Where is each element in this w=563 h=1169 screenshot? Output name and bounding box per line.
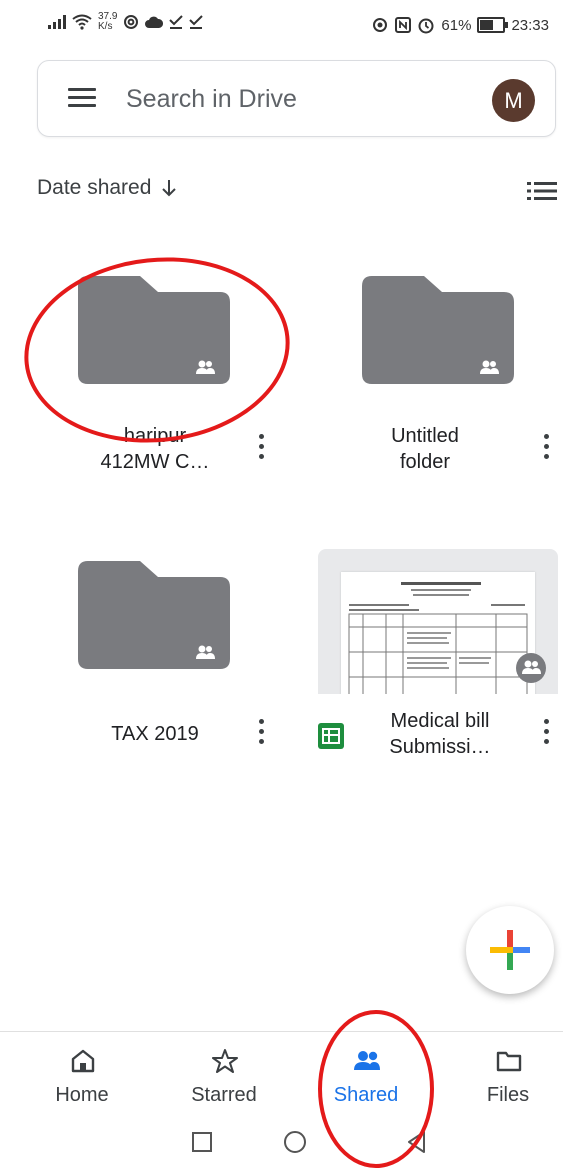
document-preview [341, 572, 535, 694]
item-name-line1: Medical bill [390, 710, 490, 732]
nav-files[interactable]: Files [438, 1032, 563, 1117]
nav-label: Shared [333, 1084, 399, 1106]
item-name-line1: haripur [123, 425, 187, 447]
recent-apps-icon[interactable] [192, 1132, 212, 1152]
plus-icon [490, 930, 530, 970]
nav-home[interactable]: Home [12, 1032, 152, 1117]
item-name: Medical bill Submissi… [360, 708, 520, 760]
item-name-line2: 412MW C… [100, 451, 210, 473]
clock: 23:33 [511, 16, 549, 34]
document-preview-lines [348, 582, 528, 694]
sort-control[interactable]: Date shared [37, 176, 177, 200]
search-bar[interactable]: Search in Drive M [37, 60, 556, 137]
at-sign-icon [124, 15, 139, 29]
download-done-icon [169, 15, 184, 29]
folder-item-haripur[interactable]: haripur 412MW C… [0, 270, 280, 490]
eye-comfort-icon [373, 18, 388, 32]
sheets-icon [318, 723, 344, 749]
item-name: haripur 412MW C… [60, 423, 250, 475]
search-input[interactable]: Search in Drive [126, 85, 297, 114]
home-circle-icon[interactable] [283, 1130, 307, 1154]
avatar[interactable]: M [492, 79, 535, 122]
bottom-navigation: Home Starred Shared Files [0, 1031, 563, 1117]
nav-starred[interactable]: Starred [154, 1032, 294, 1117]
signal-icon [48, 15, 66, 29]
status-bar: 37.9 K/s 61% 23:33 [0, 0, 563, 50]
wifi-icon [72, 14, 92, 30]
shared-badge-icon [516, 653, 546, 683]
more-options-icon[interactable] [541, 434, 551, 464]
shared-folder-icon [78, 276, 230, 384]
item-name-line2: folder [399, 451, 451, 473]
download-done-icon [189, 15, 204, 29]
arrow-down-icon [162, 180, 177, 197]
folder-item-tax-2019[interactable]: TAX 2019 [0, 555, 280, 765]
battery-fill [480, 20, 494, 30]
cloud-icon [145, 16, 164, 28]
list-view-icon[interactable] [527, 181, 557, 201]
more-options-icon[interactable] [541, 719, 551, 749]
menu-icon[interactable] [68, 88, 96, 108]
more-options-icon[interactable] [256, 434, 266, 464]
nfc-icon [395, 17, 412, 33]
item-name-line1: TAX 2019 [111, 723, 199, 745]
network-speed-unit: K/s [98, 21, 113, 32]
battery-percent: 61% [441, 16, 472, 34]
system-navigation-bar [0, 1116, 563, 1169]
status-right: 61% 23:33 [371, 16, 549, 34]
status-left: 37.9 K/s [48, 12, 204, 32]
alarm-icon [418, 18, 434, 34]
nav-shared[interactable]: Shared [296, 1032, 436, 1117]
folder-item-untitled[interactable]: Untitled folder [285, 270, 563, 490]
item-name: TAX 2019 [60, 721, 250, 747]
nav-label: Home [55, 1084, 109, 1106]
new-button[interactable] [466, 906, 554, 994]
nav-label: Files [486, 1084, 530, 1106]
people-icon [354, 1051, 380, 1070]
more-options-icon[interactable] [256, 719, 266, 749]
back-icon[interactable] [406, 1130, 426, 1154]
battery-icon [477, 17, 509, 33]
item-name-line2: Submissi… [389, 736, 491, 758]
sort-label: Date shared [37, 176, 152, 199]
home-icon [71, 1049, 95, 1073]
file-thumbnail[interactable] [318, 549, 558, 694]
shared-folder-icon [78, 561, 230, 669]
nav-label: Starred [191, 1084, 257, 1106]
shared-folder-icon [362, 276, 514, 384]
folder-icon [496, 1051, 522, 1072]
item-name: Untitled folder [330, 423, 520, 475]
network-speed: 37.9 K/s [98, 12, 117, 32]
star-icon [212, 1049, 238, 1073]
item-name-line1: Untitled [391, 425, 459, 447]
